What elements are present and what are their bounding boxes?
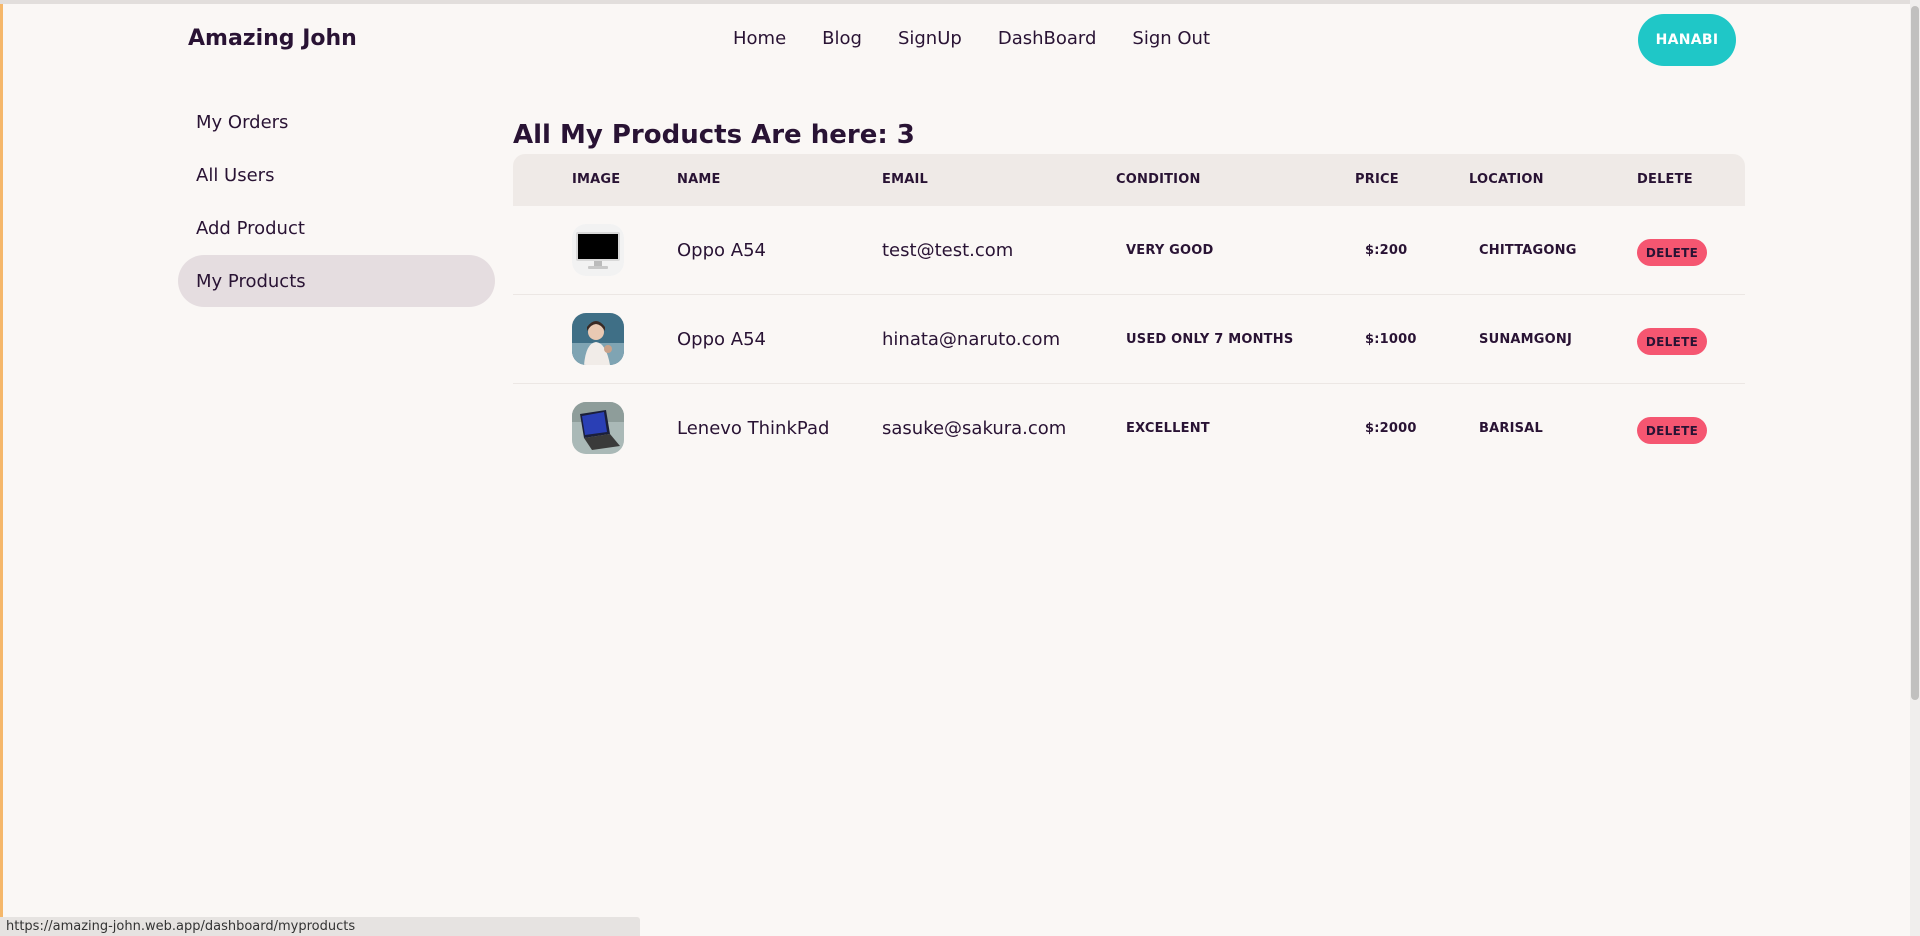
- status-bar-url: https://amazing-john.web.app/dashboard/m…: [0, 917, 640, 936]
- product-location: CHITTAGONG: [1479, 243, 1577, 258]
- delete-button[interactable]: DELETE: [1637, 328, 1707, 355]
- product-email: sasuke@sakura.com: [882, 418, 1067, 439]
- table-row: Oppo A54 hinata@naruto.com USED ONLY 7 M…: [513, 295, 1745, 384]
- laptop-photo-icon: [572, 402, 624, 454]
- product-name: Oppo A54: [677, 329, 766, 350]
- product-name: Oppo A54: [677, 240, 766, 261]
- sidebar-item-all-users[interactable]: All Users: [178, 149, 495, 201]
- nav-signup[interactable]: SignUp: [898, 28, 962, 49]
- table-row: Oppo A54 test@test.com VERY GOOD $:200 C…: [513, 206, 1745, 295]
- column-header-email: EMAIL: [882, 172, 928, 187]
- product-name: Lenevo ThinkPad: [677, 418, 830, 439]
- sidebar-item-label: My Orders: [196, 111, 289, 133]
- column-header-price: PRICE: [1355, 172, 1399, 187]
- table-row: Lenevo ThinkPad sasuke@sakura.com EXCELL…: [513, 384, 1745, 473]
- nav-sign-out[interactable]: Sign Out: [1132, 28, 1210, 49]
- product-condition: EXCELLENT: [1126, 421, 1210, 436]
- sidebar-item-label: Add Product: [196, 217, 305, 239]
- nav-blog[interactable]: Blog: [822, 28, 862, 49]
- column-header-delete: DELETE: [1637, 172, 1693, 187]
- delete-button[interactable]: DELETE: [1637, 417, 1707, 444]
- navbar: Amazing John Home Blog SignUp DashBoard …: [0, 0, 1910, 78]
- sidebar-item-my-orders[interactable]: My Orders: [178, 96, 495, 148]
- products-table: IMAGE NAME EMAIL CONDITION PRICE LOCATIO…: [513, 154, 1745, 473]
- product-email: hinata@naruto.com: [882, 329, 1061, 350]
- product-image: [572, 224, 624, 276]
- product-location: BARISAL: [1479, 421, 1543, 436]
- product-location: SUNAMGONJ: [1479, 332, 1573, 347]
- table-header: IMAGE NAME EMAIL CONDITION PRICE LOCATIO…: [513, 154, 1745, 206]
- column-header-image: IMAGE: [572, 172, 621, 187]
- column-header-location: LOCATION: [1469, 172, 1544, 187]
- page-title: All My Products Are here: 3: [513, 120, 915, 150]
- sidebar: My Orders All Users Add Product My Produ…: [178, 96, 495, 308]
- window-left-edge: [0, 0, 3, 936]
- nav-home[interactable]: Home: [733, 28, 786, 49]
- product-email: test@test.com: [882, 240, 1014, 261]
- product-image: [572, 402, 624, 454]
- nav-dashboard[interactable]: DashBoard: [998, 28, 1097, 49]
- person-photo-icon: [572, 313, 624, 365]
- product-price: $:1000: [1365, 332, 1417, 347]
- user-button[interactable]: HANABI: [1638, 14, 1736, 66]
- product-condition: USED ONLY 7 MONTHS: [1126, 332, 1294, 347]
- brand-logo[interactable]: Amazing John: [188, 26, 357, 51]
- product-image: [572, 313, 624, 365]
- nav-links: Home Blog SignUp DashBoard Sign Out: [733, 28, 1210, 49]
- sidebar-item-add-product[interactable]: Add Product: [178, 202, 495, 254]
- sidebar-item-my-products[interactable]: My Products: [178, 255, 495, 307]
- column-header-condition: CONDITION: [1116, 172, 1201, 187]
- column-header-name: NAME: [677, 172, 721, 187]
- scrollbar-thumb[interactable]: [1911, 6, 1919, 700]
- vertical-scrollbar[interactable]: [1910, 0, 1920, 936]
- monitor-photo-icon: [572, 224, 624, 276]
- product-condition: VERY GOOD: [1126, 243, 1214, 258]
- delete-button[interactable]: DELETE: [1637, 239, 1707, 266]
- sidebar-item-label: All Users: [196, 164, 275, 186]
- product-price: $:2000: [1365, 421, 1417, 436]
- product-price: $:200: [1365, 243, 1408, 258]
- sidebar-item-label: My Products: [196, 270, 306, 292]
